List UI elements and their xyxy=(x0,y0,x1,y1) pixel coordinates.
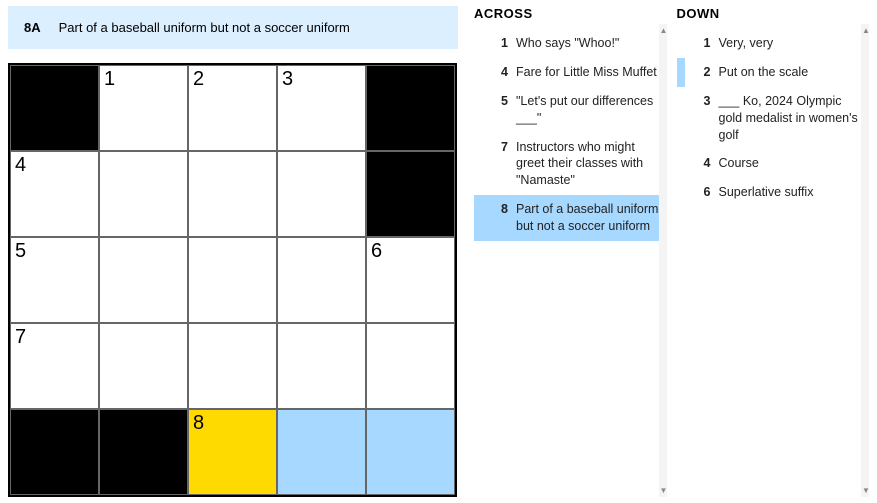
down-heading: DOWN xyxy=(677,6,870,27)
clue-text: ___ Ko, 2024 Olympic gold medalist in wo… xyxy=(719,93,862,144)
current-clue-bar: 8A Part of a baseball uniform but not a … xyxy=(8,6,458,49)
clue-item[interactable]: 7Instructors who might greet their class… xyxy=(474,133,667,196)
clue-number: 3 xyxy=(691,93,711,144)
grid-cell[interactable]: 5 xyxy=(10,237,99,323)
grid-cell[interactable]: 4 xyxy=(10,151,99,237)
clue-number: 1 xyxy=(488,35,508,52)
clue-number: 1 xyxy=(691,35,711,52)
clue-item[interactable]: 1 Very, very xyxy=(677,29,870,58)
current-clue-text: Part of a baseball uniform but not a soc… xyxy=(59,20,350,35)
clue-item[interactable]: 4 Fare for Little Miss Muffet xyxy=(474,58,667,87)
grid-cell-black xyxy=(366,65,455,151)
scroll-up-icon: ▲ xyxy=(660,26,668,35)
down-column: DOWN 1 Very, very 2 Put on the scale 3___ Ko… xyxy=(677,6,870,497)
grid-cell[interactable] xyxy=(188,151,277,237)
grid-cell[interactable] xyxy=(188,237,277,323)
grid-cell[interactable] xyxy=(277,323,366,409)
cell-number: 5 xyxy=(15,240,26,263)
grid-cell[interactable] xyxy=(277,409,366,495)
grid-cell[interactable]: 1 xyxy=(99,65,188,151)
clue-item[interactable]: 2 Put on the scale xyxy=(677,58,870,87)
grid-cell-black xyxy=(366,151,455,237)
grid-cell-black xyxy=(99,409,188,495)
clue-number: 5 xyxy=(488,93,508,127)
clue-number: 7 xyxy=(488,139,508,190)
clue-number: 8 xyxy=(488,201,508,235)
clue-number: 4 xyxy=(488,64,508,81)
grid-cell[interactable]: 6 xyxy=(366,237,455,323)
grid-cell[interactable] xyxy=(366,323,455,409)
grid-cell[interactable]: 3 xyxy=(277,65,366,151)
clue-item[interactable]: 5"Let's put our differences ___" xyxy=(474,87,667,133)
grid-cell[interactable] xyxy=(366,409,455,495)
grid-cell[interactable] xyxy=(188,323,277,409)
clue-item[interactable]: 3___ Ko, 2024 Olympic gold medalist in w… xyxy=(677,87,870,150)
grid-cell[interactable]: 8 xyxy=(188,409,277,495)
grid-cell[interactable] xyxy=(277,151,366,237)
clue-text: Course xyxy=(719,155,759,172)
current-clue-label: 8A xyxy=(24,20,41,35)
grid-cell[interactable] xyxy=(99,237,188,323)
down-clue-list: 1 Very, very 2 Put on the scale 3___ Ko, 202… xyxy=(677,29,870,207)
grid-cell[interactable]: 7 xyxy=(10,323,99,409)
across-heading: ACROSS xyxy=(474,6,667,27)
clue-item[interactable]: 1 Who says "Whoo!" xyxy=(474,29,667,58)
clue-number: 6 xyxy=(691,184,711,201)
scrollbar[interactable]: ▲ ▼ xyxy=(861,24,869,497)
grid-cell[interactable] xyxy=(99,151,188,237)
cell-number: 6 xyxy=(371,240,382,263)
clue-text: Put on the scale xyxy=(719,64,809,81)
grid-cell[interactable]: 2 xyxy=(188,65,277,151)
clue-text: "Let's put our differences ___" xyxy=(516,93,659,127)
cell-number: 7 xyxy=(15,326,26,349)
scroll-up-icon: ▲ xyxy=(862,26,870,35)
clue-item[interactable]: 8Part of a baseball uniform but not a so… xyxy=(474,195,667,241)
clue-number: 4 xyxy=(691,155,711,172)
grid-cell[interactable] xyxy=(277,237,366,323)
crossword-grid: 1 2 3 4 5 6 7 8 xyxy=(8,63,457,497)
clue-item[interactable]: 4 Course xyxy=(677,149,870,178)
clue-text: Instructors who might greet their classe… xyxy=(516,139,659,190)
cell-number: 3 xyxy=(282,68,293,91)
scrollbar[interactable]: ▲ ▼ xyxy=(659,24,667,497)
cell-number: 4 xyxy=(15,154,26,177)
across-clue-list: 1 Who says "Whoo!" 4 Fare for Little Miss M… xyxy=(474,29,667,241)
cell-number: 1 xyxy=(104,68,115,91)
grid-cell-black xyxy=(10,65,99,151)
scroll-down-icon: ▼ xyxy=(660,486,668,495)
clue-text: Who says "Whoo!" xyxy=(516,35,619,52)
clue-text: Superlative suffix xyxy=(719,184,814,201)
cell-number: 8 xyxy=(193,412,204,435)
cell-number: 2 xyxy=(193,68,204,91)
clue-text: Very, very xyxy=(719,35,774,52)
grid-cell-black xyxy=(10,409,99,495)
clue-item[interactable]: 6 Superlative suffix xyxy=(677,178,870,207)
across-column: ACROSS 1 Who says "Whoo!" 4 Fare for Little… xyxy=(474,6,667,497)
clue-text: Fare for Little Miss Muffet xyxy=(516,64,657,81)
clue-text: Part of a baseball uniform but not a soc… xyxy=(516,201,659,235)
scroll-down-icon: ▼ xyxy=(862,486,870,495)
grid-cell[interactable] xyxy=(99,323,188,409)
clue-number: 2 xyxy=(691,64,711,81)
